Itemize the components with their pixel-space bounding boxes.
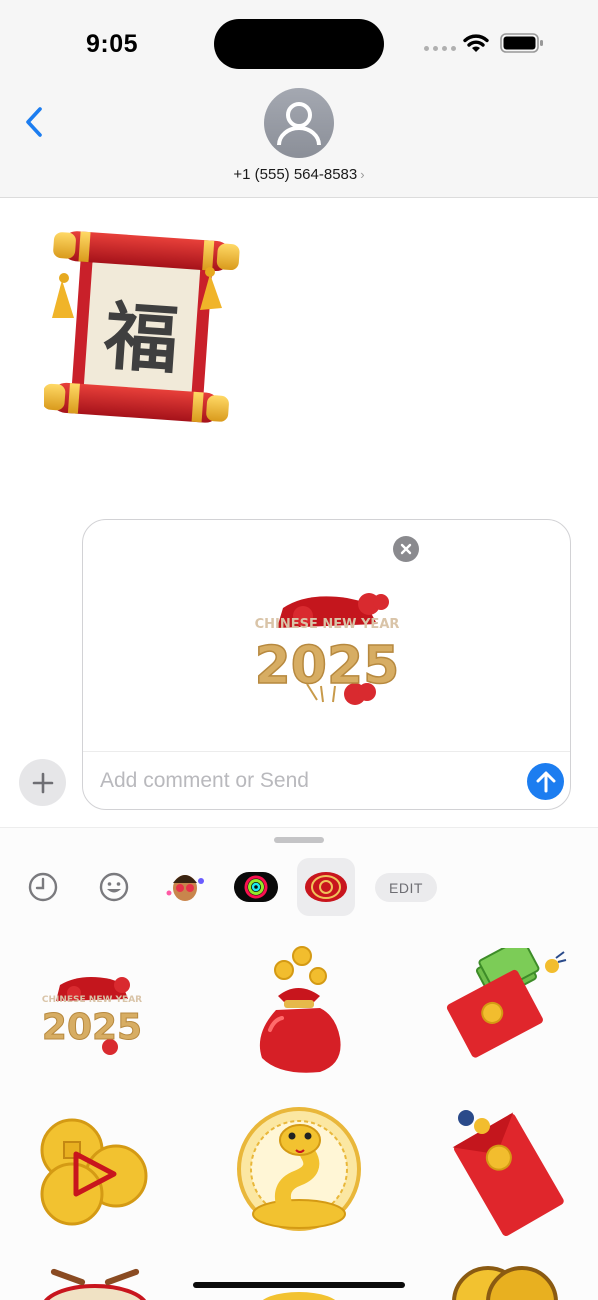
chevron-left-icon xyxy=(26,107,42,137)
tab-emoji[interactable] xyxy=(85,858,143,916)
back-button[interactable] xyxy=(16,102,52,142)
compose-divider xyxy=(83,751,570,752)
activity-rings-icon xyxy=(234,872,278,902)
sticker-golden-snake[interactable] xyxy=(236,1106,362,1236)
sticker-cny-2025[interactable]: CHINESE NEW YEAR 2025 xyxy=(30,973,154,1063)
status-bar: 9:05 xyxy=(0,0,598,90)
remove-attachment-button[interactable] xyxy=(393,536,419,562)
compose-box: CHINESE NEW YEAR 2025 xyxy=(82,519,571,810)
dynamic-island xyxy=(214,19,384,69)
chevron-right-icon: › xyxy=(360,167,365,182)
sticker-s1-line1: CHINESE NEW YEAR xyxy=(42,995,142,1005)
fu-scroll-icon: 福 xyxy=(42,231,240,423)
coin-stack-icon xyxy=(452,1266,558,1300)
sticker-gold-coin-stack[interactable] xyxy=(448,1258,558,1300)
recents-clock-icon xyxy=(28,872,58,902)
arrow-up-icon xyxy=(536,771,555,792)
drawer-grabber[interactable] xyxy=(274,837,324,843)
contact-avatar[interactable] xyxy=(264,88,334,158)
cny-2025-sticker-icon: CHINESE NEW YEAR 2025 xyxy=(254,593,400,705)
plus-icon xyxy=(32,772,53,793)
sent-scroll-sticker[interactable]: 福 xyxy=(42,222,240,434)
attached-sticker-cny-2025[interactable]: CHINESE NEW YEAR 2025 xyxy=(237,588,417,718)
conversation-header: +1 (555) 564-8583 › xyxy=(0,88,598,198)
sticker-red-envelope-cash[interactable] xyxy=(440,948,570,1068)
tab-activity[interactable] xyxy=(227,858,285,916)
home-indicator[interactable] xyxy=(193,1282,405,1288)
golden-snake-icon xyxy=(237,1107,361,1231)
sticker-drawer: EDIT CHINESE NEW YEAR 2025 xyxy=(0,827,598,1300)
drum-icon xyxy=(43,1268,147,1300)
lucky-money-bag-icon xyxy=(259,946,341,1073)
contact-name[interactable]: +1 (555) 564-8583 › xyxy=(0,166,598,183)
wifi-icon xyxy=(463,34,489,52)
sticker-red-envelope-coin[interactable] xyxy=(442,1104,572,1238)
red-envelope-cash-icon xyxy=(446,948,567,1058)
memoji-icon xyxy=(166,875,204,901)
add-attachment-button[interactable] xyxy=(19,759,66,806)
battery-icon xyxy=(500,33,543,53)
person-icon xyxy=(277,102,321,146)
cellular-signal-icon xyxy=(424,46,456,51)
contact-number: +1 (555) 564-8583 xyxy=(233,166,358,183)
sticker-s1-line2: 2025 xyxy=(42,1007,142,1048)
edit-stickers-button[interactable]: EDIT xyxy=(375,873,437,902)
message-input[interactable] xyxy=(100,766,500,796)
emoji-smiley-icon xyxy=(99,872,129,902)
close-icon xyxy=(400,543,412,555)
tab-lunar-new-year[interactable] xyxy=(297,858,355,916)
red-envelope-coin-icon xyxy=(452,1110,564,1237)
sticker-partial-center[interactable] xyxy=(256,1290,342,1300)
sticker-lucky-bag[interactable] xyxy=(240,940,356,1080)
tab-recents[interactable] xyxy=(14,858,72,916)
send-button[interactable] xyxy=(527,763,564,800)
sticker-drum[interactable] xyxy=(40,1268,150,1300)
attachment-line2: 2025 xyxy=(255,636,400,696)
sticker-pack-tabs: EDIT xyxy=(0,858,598,918)
fu-glyph: 福 xyxy=(100,293,181,384)
lunar-new-year-pack-icon xyxy=(305,872,347,902)
tab-memoji[interactable] xyxy=(156,858,214,916)
attachment-line1: CHINESE NEW YEAR xyxy=(255,617,400,632)
status-time: 9:05 xyxy=(86,30,139,58)
gold-coins-icon xyxy=(40,1118,148,1226)
cny-2025-small-icon: CHINESE NEW YEAR 2025 xyxy=(41,977,143,1055)
sticker-gold-coins[interactable] xyxy=(32,1110,152,1230)
gold-ingot-icon xyxy=(262,1291,336,1300)
